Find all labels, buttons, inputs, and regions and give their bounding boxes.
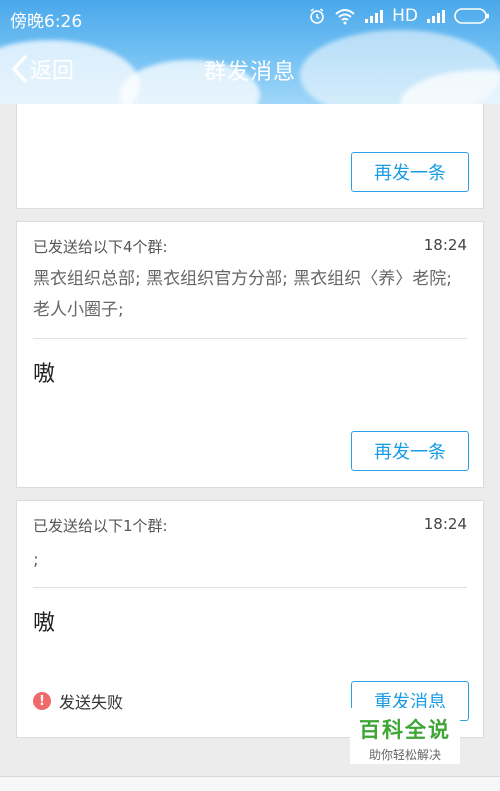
sent-time: 18:24 bbox=[423, 236, 467, 254]
alarm-icon bbox=[310, 8, 324, 24]
group-list: 黑衣组织总部; 黑衣组织官方分部; 黑衣组织〈养〉老院; 老人小圈子; bbox=[33, 269, 452, 320]
status-time: 傍晚6:26 bbox=[10, 12, 83, 32]
wifi-icon bbox=[335, 9, 355, 25]
app-header: 傍晚6:26 HD 返回 群发消息 bbox=[0, 0, 500, 104]
watermark-title: 百科全说 bbox=[359, 718, 451, 742]
divider bbox=[33, 338, 467, 339]
status-icons: HD bbox=[308, 6, 490, 26]
battery-icon bbox=[454, 8, 489, 24]
sent-time: 18:24 bbox=[423, 515, 467, 533]
resend-button[interactable]: 再发一条 bbox=[351, 431, 469, 471]
cell-signal-icon bbox=[427, 10, 445, 23]
navigation-bar: 返回 群发消息 bbox=[0, 36, 500, 104]
sent-to-label: 已发送给以下1个群: bbox=[33, 517, 168, 535]
bottom-toolbar bbox=[0, 776, 500, 791]
sent-to-label: 已发送给以下4个群: bbox=[33, 238, 168, 256]
broadcast-card: 再发一条 bbox=[16, 104, 484, 209]
send-failed-label: 发送失败 bbox=[59, 693, 124, 712]
divider bbox=[33, 587, 467, 588]
send-failed-status: ! 发送失败 bbox=[33, 689, 123, 713]
status-bar: 傍晚6:26 HD bbox=[0, 0, 500, 36]
resend-button[interactable]: 再发一条 bbox=[351, 152, 469, 192]
group-list: ; bbox=[33, 550, 39, 570]
network-type-label: HD bbox=[392, 6, 418, 26]
error-icon: ! bbox=[33, 692, 51, 710]
page-title: 群发消息 bbox=[203, 60, 296, 85]
watermark-subtitle: 助你轻松解决 bbox=[368, 748, 441, 762]
message-text: 嗷 bbox=[33, 362, 56, 387]
watermark-logo: 百科全说 助你轻松解决 bbox=[350, 708, 460, 764]
cell-signal-icon bbox=[365, 10, 384, 23]
broadcast-card: 已发送给以下4个群: 18:24 黑衣组织总部; 黑衣组织官方分部; 黑衣组织〈… bbox=[16, 221, 484, 488]
broadcast-card: 已发送给以下1个群: 18:24 ; 嗷 ! 发送失败 重发消息 bbox=[16, 500, 484, 738]
message-text: 嗷 bbox=[33, 611, 56, 636]
